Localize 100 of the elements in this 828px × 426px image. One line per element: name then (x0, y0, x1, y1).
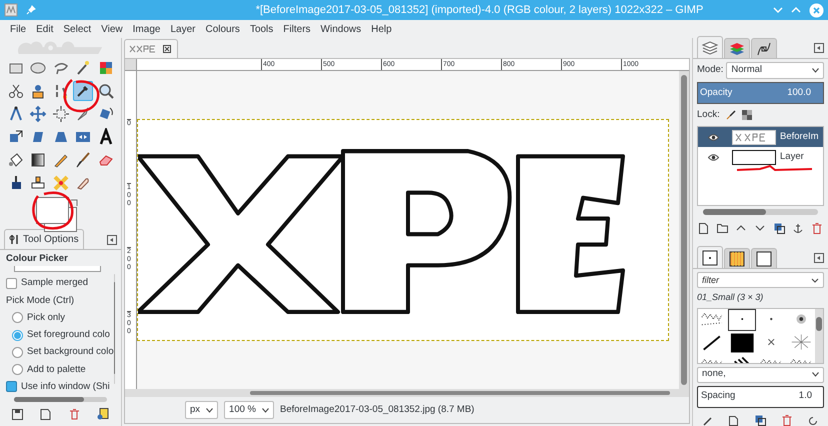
chevron-down-icon (812, 68, 819, 73)
stripes-icon (728, 250, 746, 268)
checkbox-label: Sample merged (21, 276, 88, 290)
spacing-field[interactable]: Spacing 1.0 (697, 386, 824, 408)
horizontal-scrollbar[interactable] (703, 209, 818, 215)
zoom-dropdown[interactable]: 100 % (224, 401, 274, 419)
radio-button[interactable] (12, 364, 23, 376)
app-icon (4, 3, 18, 17)
dock-tab[interactable] (697, 36, 723, 58)
down-icon[interactable] (754, 225, 765, 231)
anchor-icon[interactable] (793, 222, 804, 234)
reset-icon[interactable] (96, 408, 109, 420)
checker-icon[interactable] (742, 110, 752, 120)
layers-icon (701, 38, 719, 56)
delete-icon[interactable] (68, 408, 80, 420)
menu-item[interactable]: Tools (250, 22, 274, 36)
dynamics-dropdown[interactable]: none, (697, 366, 824, 382)
menu-item[interactable]: Image (132, 22, 160, 36)
menu-item[interactable]: Select (63, 22, 92, 36)
spacing-value: 1.0 (798, 389, 813, 404)
tool-name: Colour Picker (6, 252, 69, 266)
colour-swatches[interactable] (36, 197, 78, 232)
dock-tab[interactable] (751, 38, 777, 58)
vertical-scrollbar[interactable] (679, 71, 689, 389)
menu-item[interactable]: Colours (205, 22, 240, 36)
radio-button[interactable] (12, 330, 23, 341)
radio-label: Add to palette (27, 362, 86, 376)
tool-button[interactable] (73, 81, 94, 102)
eye-icon[interactable] (708, 134, 718, 140)
dock-menu-icon[interactable] (814, 253, 824, 263)
delete-icon[interactable] (782, 415, 792, 426)
opacity-slider[interactable]: Opacity 100.0 (697, 82, 824, 104)
radio-label: Pick only (27, 310, 66, 325)
save-icon[interactable] (12, 408, 23, 420)
move-icon (29, 105, 48, 124)
compass-icon (7, 105, 25, 124)
restore-icon[interactable] (40, 408, 52, 420)
align-icon (52, 105, 70, 124)
dock-tab[interactable] (697, 246, 723, 268)
mode-label: Mode: (697, 63, 724, 78)
checkbox[interactable] (6, 278, 17, 289)
horizontal-scrollbar[interactable] (125, 389, 689, 397)
dock-tab[interactable] (751, 248, 777, 268)
menu-item[interactable]: Filters (283, 22, 311, 36)
scissors-icon (7, 82, 25, 100)
delete-icon[interactable] (812, 222, 822, 234)
swap-colours-icon[interactable] (70, 199, 78, 208)
group-label: Pick Mode (Ctrl) (6, 294, 76, 308)
image-tab[interactable] (124, 39, 178, 58)
lock-label: Lock: (697, 108, 720, 122)
checkbox-label: Use info window (Shi (21, 380, 110, 394)
radio-button[interactable] (12, 346, 23, 358)
menu-item[interactable]: File (10, 22, 26, 36)
brush-name: 01_Small (3 × 3) (697, 291, 764, 304)
duplicate-icon[interactable] (754, 415, 766, 426)
thumbnail-icon (129, 45, 157, 53)
filter-field[interactable]: filter (697, 272, 824, 288)
vertical-scrollbar[interactable] (815, 308, 823, 362)
radius-field[interactable] (14, 266, 101, 272)
dock-tab[interactable] (724, 248, 750, 268)
menu-item[interactable]: Edit (36, 22, 54, 36)
paintbrush-icon[interactable] (726, 110, 736, 120)
edit-icon[interactable] (703, 416, 713, 426)
checkbox[interactable] (6, 381, 17, 392)
eye-icon[interactable] (708, 154, 718, 160)
up-icon[interactable] (736, 225, 746, 231)
scrollbar[interactable] (114, 274, 115, 384)
radio-label: Set foreground colo (27, 328, 110, 342)
mode-dropdown[interactable]: Normal (726, 62, 824, 79)
menu-item[interactable]: View (101, 22, 123, 36)
horizontal-scrollbar[interactable] (14, 397, 107, 402)
dock-tab[interactable]: Tool Options (4, 229, 84, 249)
menu-item[interactable]: Help (371, 22, 392, 36)
spacing-label: Spacing (701, 389, 736, 404)
tools-icon (9, 234, 20, 245)
square-icon (755, 250, 773, 268)
layer-thumbnail (732, 130, 776, 144)
duplicate-icon[interactable] (774, 222, 785, 234)
dropdown-value: px (190, 402, 200, 417)
new-brush-icon[interactable] (729, 416, 738, 426)
layer-row[interactable]: BeforeIm (698, 127, 823, 147)
radio-label: Set background colo (27, 345, 114, 360)
dock-menu-icon[interactable] (814, 43, 824, 53)
folder-icon[interactable] (716, 223, 728, 233)
layer-thumbnail (732, 150, 776, 164)
layer-name: Layer (780, 150, 804, 164)
unit-dropdown[interactable]: px (185, 401, 218, 419)
new-layer-icon[interactable] (699, 222, 708, 234)
dock-menu-icon[interactable] (107, 235, 117, 245)
bandage-icon (52, 174, 70, 192)
menu-item[interactable]: Layer (170, 22, 196, 36)
refresh-icon[interactable] (808, 416, 818, 426)
chevron-down-icon (206, 408, 214, 412)
brush-swatch[interactable] (728, 308, 756, 330)
radio-button[interactable] (12, 312, 23, 324)
tool-button[interactable] (50, 104, 71, 124)
menu-item[interactable]: Windows (320, 22, 362, 36)
opacity-value: 100.0 (787, 86, 812, 100)
close-icon[interactable] (163, 45, 171, 53)
opacity-label: Opacity (699, 86, 734, 100)
